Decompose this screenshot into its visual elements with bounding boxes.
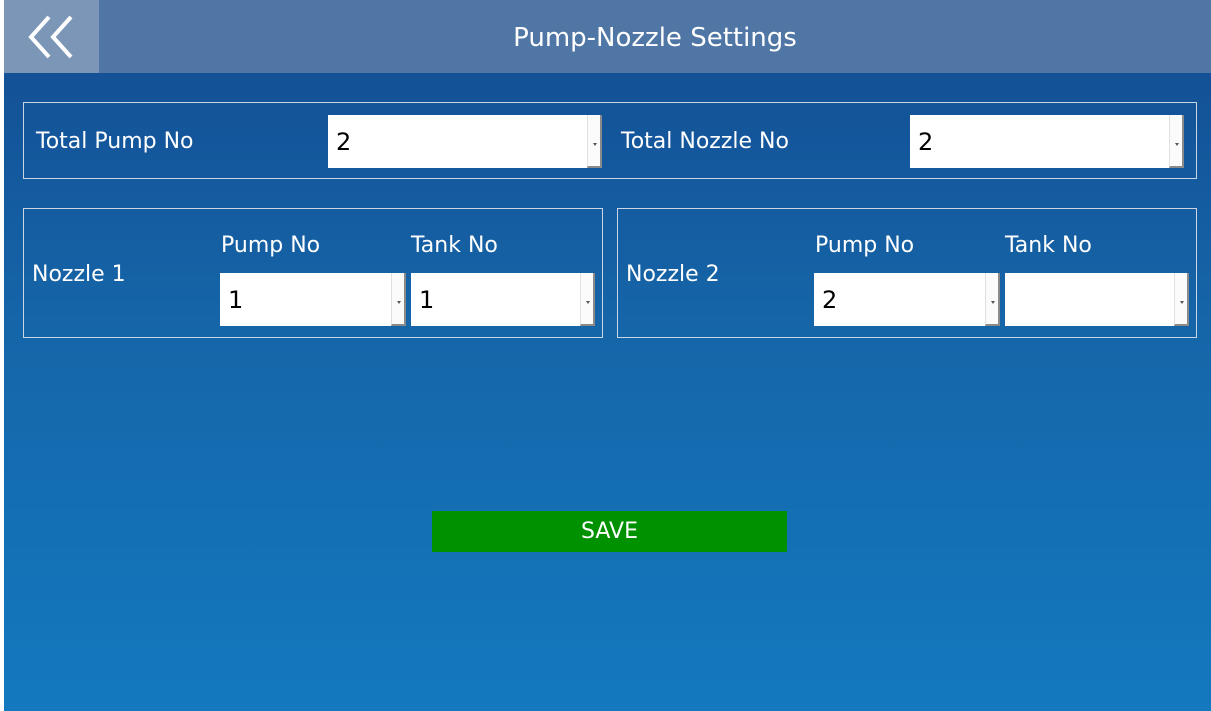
nozzle-2-panel: Nozzle 2 Pump No Tank No 2: [617, 208, 1197, 338]
nozzle-2-pump-header: Pump No: [815, 233, 915, 258]
nozzle-2-pump-select[interactable]: 2: [814, 273, 1000, 326]
header-bar: Pump-Nozzle Settings: [4, 0, 1211, 73]
nozzle-1-tank-value: 1: [419, 285, 435, 314]
dropdown-arrow-icon[interactable]: [985, 273, 1000, 326]
nozzle-1-tank-select[interactable]: 1: [411, 273, 595, 326]
nozzle-2-tank-select[interactable]: [1005, 273, 1189, 326]
dropdown-arrow-icon[interactable]: [1174, 273, 1189, 326]
total-pump-select[interactable]: 2: [328, 115, 602, 168]
page-title: Pump-Nozzle Settings: [513, 23, 797, 53]
nozzle-1-pump-select[interactable]: 1: [220, 273, 406, 326]
total-pump-value: 2: [336, 127, 352, 156]
nozzle-2-pump-value: 2: [822, 285, 838, 314]
dropdown-arrow-icon[interactable]: [587, 115, 602, 168]
total-nozzle-label: Total Nozzle No: [621, 129, 789, 154]
total-pump-label: Total Pump No: [36, 129, 194, 154]
totals-panel: Total Pump No 2 Total Nozzle No 2: [23, 102, 1197, 179]
save-button[interactable]: SAVE: [432, 511, 787, 552]
nozzle-2-label: Nozzle 2: [626, 262, 720, 287]
nozzle-2-tank-header: Tank No: [1005, 233, 1092, 258]
nozzle-1-panel: Nozzle 1 Pump No Tank No 1 1: [23, 208, 603, 338]
back-button[interactable]: [4, 0, 99, 73]
dropdown-arrow-icon[interactable]: [391, 273, 406, 326]
double-chevron-left-icon: [27, 15, 72, 58]
app-window: Pump-Nozzle Settings Total Pump No 2 Tot…: [4, 0, 1211, 711]
nozzle-1-pump-header: Pump No: [221, 233, 321, 258]
dropdown-arrow-icon[interactable]: [580, 273, 595, 326]
total-nozzle-value: 2: [918, 127, 934, 156]
nozzle-1-tank-header: Tank No: [411, 233, 498, 258]
nozzle-1-pump-value: 1: [228, 285, 244, 314]
dropdown-arrow-icon[interactable]: [1169, 115, 1184, 168]
total-nozzle-select[interactable]: 2: [910, 115, 1184, 168]
nozzle-1-label: Nozzle 1: [32, 262, 126, 287]
